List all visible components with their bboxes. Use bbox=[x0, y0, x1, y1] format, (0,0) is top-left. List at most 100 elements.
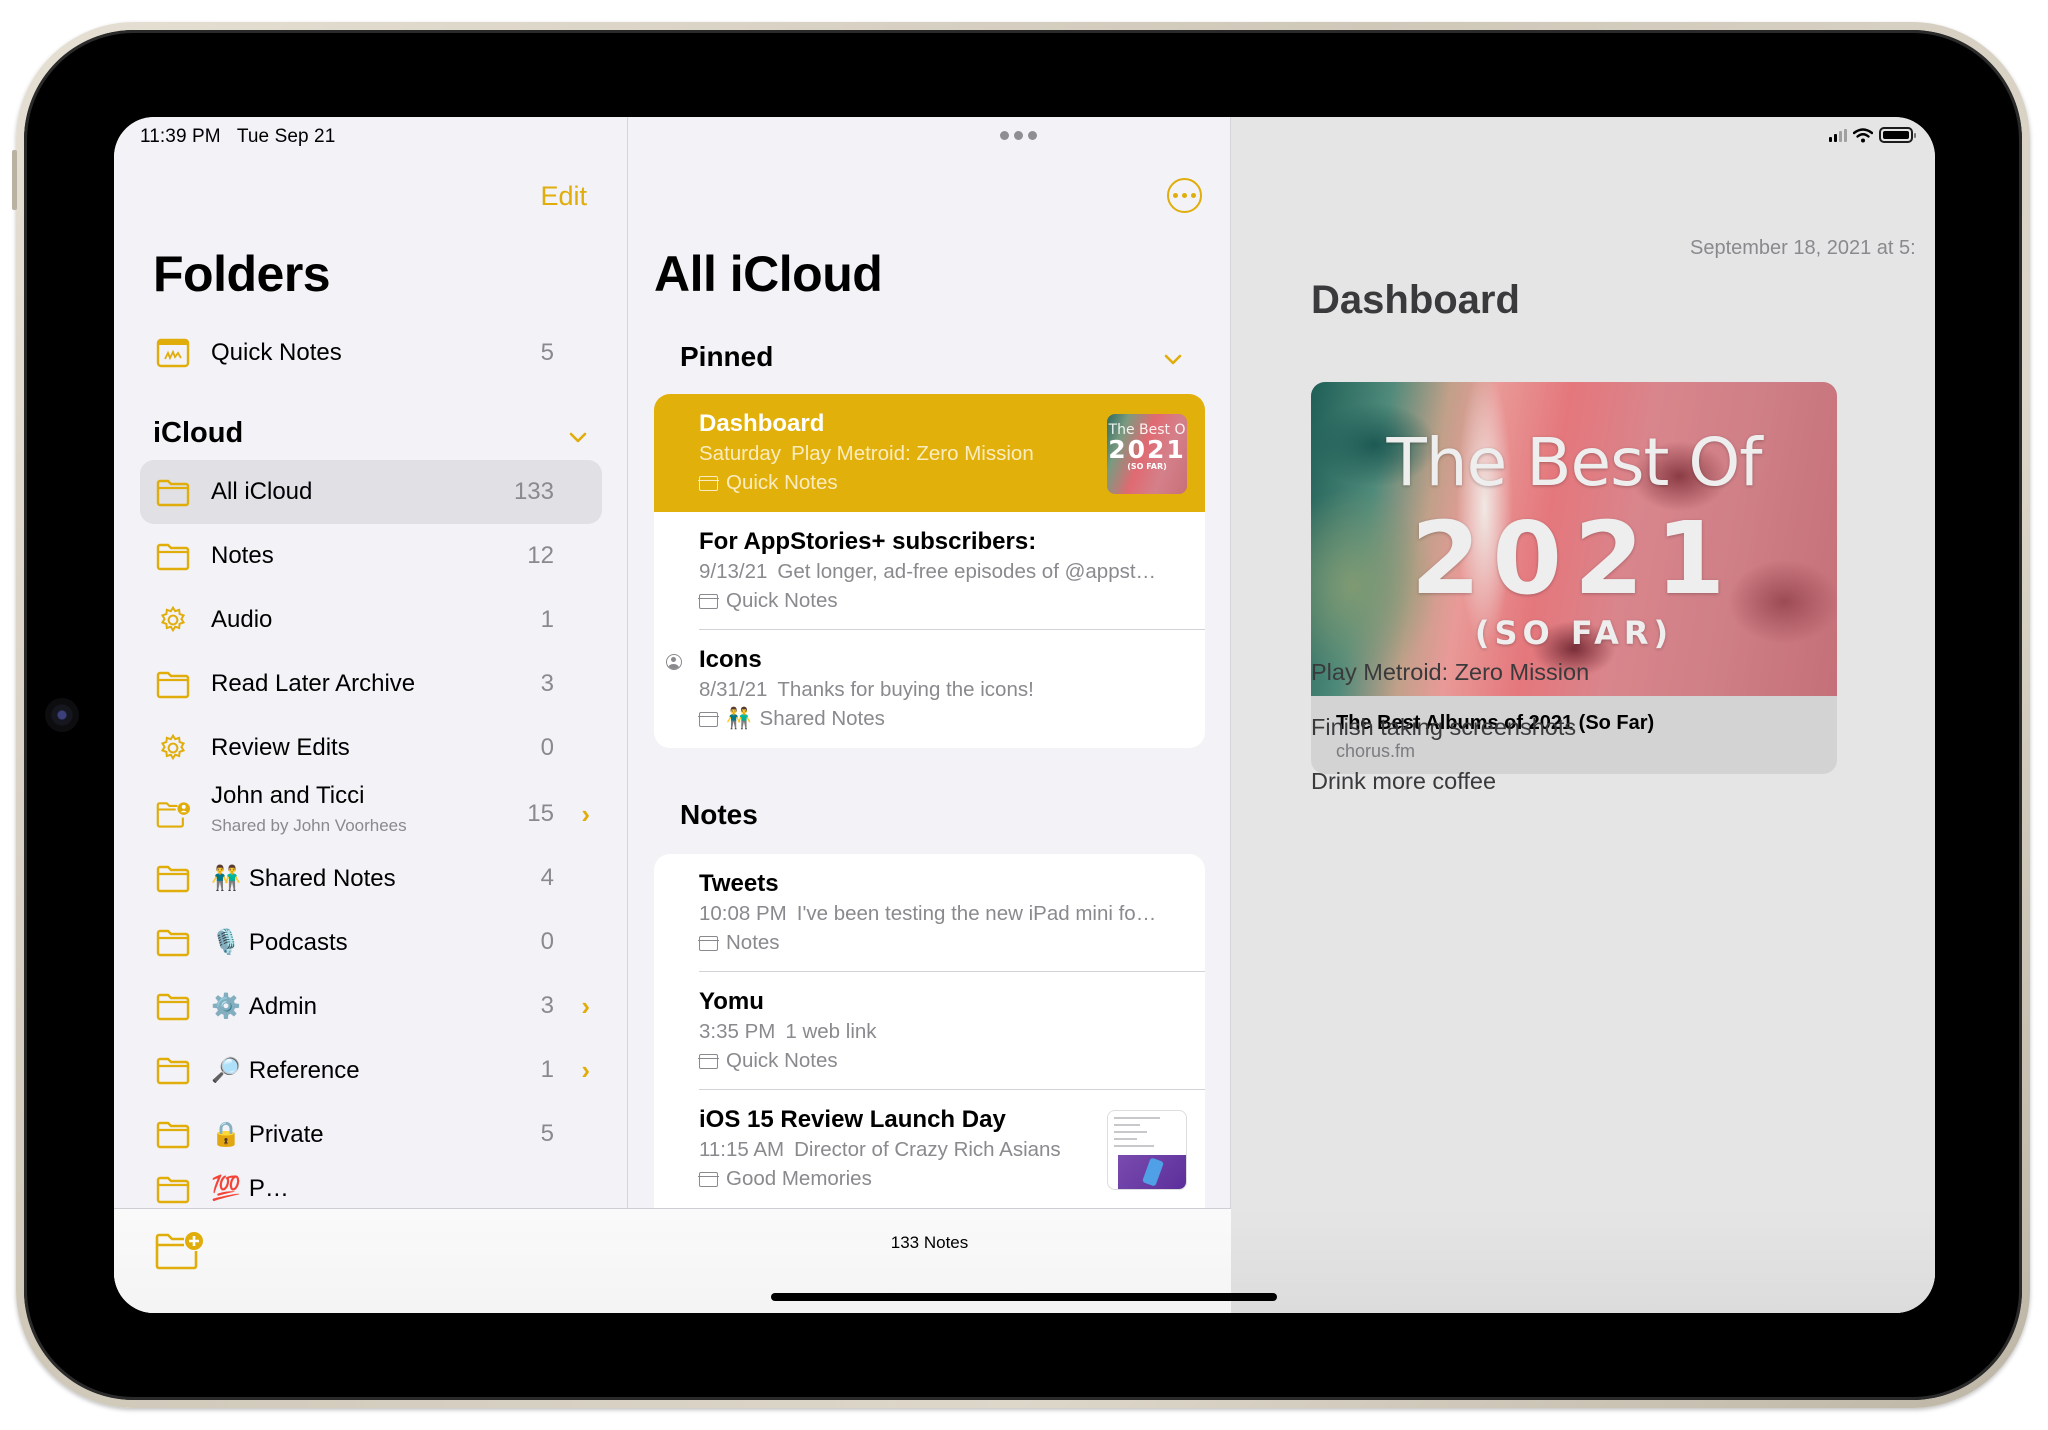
folder-row[interactable]: All iCloud 133 bbox=[140, 460, 602, 524]
folder-label: All iCloud bbox=[211, 478, 312, 506]
folder-emoji: 💯 bbox=[211, 1175, 241, 1202]
folder-row[interactable]: 💯 P… bbox=[140, 1166, 602, 1208]
folder-quick-notes[interactable]: Quick Notes 5 bbox=[140, 321, 602, 385]
ellipsis-circle-icon[interactable] bbox=[1167, 178, 1202, 213]
shared-person-icon bbox=[666, 654, 682, 670]
folder-count: 1 bbox=[540, 606, 554, 633]
folder-icon bbox=[156, 865, 190, 893]
folder-name: Read Later Archive bbox=[211, 670, 416, 697]
note-body-line[interactable]: Finish taking screenshots bbox=[1311, 714, 1576, 741]
note-preview-text: Thanks for buying the icons! bbox=[777, 678, 1034, 701]
note-preview: 3:35 PM 1 web link bbox=[699, 1020, 877, 1044]
gear-icon bbox=[160, 733, 186, 761]
note-title-heading[interactable]: Dashboard bbox=[1311, 278, 1520, 323]
note-preview: 9/13/21 Get longer, ad-free episodes of @… bbox=[699, 560, 1156, 584]
folder-emoji: ⚙️ bbox=[211, 992, 241, 1020]
multitasking-menu-icon[interactable] bbox=[1000, 131, 1037, 140]
note-preview-text: Get longer, ad-free episodes of @appst… bbox=[777, 560, 1157, 583]
folder-emoji: 🔒 bbox=[211, 1120, 241, 1148]
link-image-text: The Best Of bbox=[1386, 424, 1762, 501]
folder-label: Notes bbox=[211, 542, 274, 570]
folder-name: Admin bbox=[248, 992, 317, 1020]
link-image-text: 2021 bbox=[1410, 500, 1738, 617]
folder-count: 1 bbox=[540, 1056, 554, 1083]
note-title: Tweets bbox=[699, 870, 779, 897]
note-preview: 8/31/21 Thanks for buying the icons! bbox=[699, 678, 1034, 702]
folder-icon bbox=[698, 935, 719, 951]
folder-count: 5 bbox=[540, 1120, 554, 1147]
chevron-down-icon[interactable] bbox=[1164, 354, 1182, 366]
note-folder-name: Quick Notes bbox=[726, 1049, 838, 1072]
notes-count: 133 Notes bbox=[890, 1233, 969, 1252]
chevron-right-icon[interactable]: › bbox=[581, 799, 590, 830]
folder-row[interactable]: Read Later Archive 3 bbox=[140, 652, 602, 716]
home-indicator[interactable] bbox=[771, 1293, 1277, 1301]
folder-subtitle: Shared by John Voorhees bbox=[211, 816, 407, 835]
chevron-right-icon[interactable]: › bbox=[581, 1055, 590, 1086]
new-folder-icon[interactable] bbox=[154, 1231, 204, 1271]
pinned-notes-card: Dashboard Saturday Play Metroid: Zero Mis… bbox=[654, 394, 1205, 748]
note-body-line[interactable]: Play Metroid: Zero Mission bbox=[1311, 659, 1589, 686]
note-preview: 11:15 AM Director of Crazy Rich Asians bbox=[699, 1138, 1061, 1162]
folder-name: Private bbox=[248, 1120, 324, 1148]
folder-row[interactable]: John and Ticci Shared by John Voorhees 15 › bbox=[140, 782, 602, 846]
note-title: Yomu bbox=[699, 988, 764, 1015]
folder-count: 4 bbox=[540, 864, 554, 891]
note-row-dashboard[interactable]: Dashboard Saturday Play Metroid: Zero Mis… bbox=[654, 394, 1205, 512]
note-row-appstories[interactable]: For AppStories+ subscribers: 9/13/21 Get … bbox=[654, 512, 1205, 630]
note-preview-text: Play Metroid: Zero Mission bbox=[791, 442, 1034, 465]
note-body-line[interactable]: Drink more coffee bbox=[1311, 768, 1496, 795]
folder-name: P… bbox=[248, 1175, 289, 1202]
folder-icon bbox=[156, 1057, 190, 1085]
folder-row[interactable]: Review Edits 0 bbox=[140, 716, 602, 780]
folder-row[interactable]: Notes 12 bbox=[140, 524, 602, 588]
note-row-icons[interactable]: Icons 8/31/21 Thanks for buying the icons… bbox=[654, 630, 1205, 748]
top-button bbox=[12, 150, 17, 210]
chevron-right-icon[interactable]: › bbox=[581, 991, 590, 1022]
folder-row[interactable]: 👬 Shared Notes 4 bbox=[140, 846, 602, 910]
folder-count: 5 bbox=[540, 339, 554, 366]
folders-sidebar: 11:39 PM Tue Sep 21 Edit Folders Quick N… bbox=[114, 117, 628, 1313]
folder-label: ⚙️ Admin bbox=[211, 992, 317, 1021]
folder-name: Reference bbox=[248, 1056, 360, 1084]
notes-section-title: Notes bbox=[680, 799, 758, 830]
note-preview-text: Director of Crazy Rich Asians bbox=[794, 1138, 1061, 1161]
notes-card: Tweets 10:08 PM I've been testing the new… bbox=[654, 854, 1205, 1214]
edit-button[interactable]: Edit bbox=[540, 181, 587, 212]
pinned-section-title[interactable]: Pinned bbox=[680, 341, 773, 373]
folder-label: 💯 P… bbox=[211, 1174, 289, 1203]
folder-name: Audio bbox=[211, 606, 273, 633]
folder-label: Review Edits bbox=[211, 734, 350, 762]
chevron-down-icon[interactable] bbox=[569, 432, 587, 444]
note-row-tweets[interactable]: Tweets 10:08 PM I've been testing the new… bbox=[654, 854, 1205, 972]
note-thumbnail bbox=[1107, 1110, 1187, 1190]
folder-icon bbox=[156, 543, 190, 571]
note-title: For AppStories+ subscribers: bbox=[699, 528, 1037, 555]
note-thumbnail: The Best O 2021 (SO FAR) bbox=[1107, 414, 1187, 494]
status-clock: 11:39 PM bbox=[140, 126, 221, 147]
note-row-ios15-review[interactable]: iOS 15 Review Launch Day 11:15 AM Directo… bbox=[654, 1090, 1205, 1208]
note-folder: Notes bbox=[698, 931, 780, 955]
folder-count: 0 bbox=[540, 928, 554, 955]
folders-title: Folders bbox=[153, 246, 331, 302]
folder-emoji: 🎙️ bbox=[211, 928, 241, 956]
note-folder: Quick Notes bbox=[698, 589, 838, 613]
icloud-section-title[interactable]: iCloud bbox=[153, 417, 243, 450]
folder-emoji: 🔎 bbox=[211, 1056, 241, 1084]
status-date: Tue Sep 21 bbox=[236, 126, 336, 147]
note-folder: 👬 Shared Notes bbox=[698, 707, 885, 731]
folder-label: Audio bbox=[211, 606, 272, 634]
note-timestamp: September 18, 2021 at 5: bbox=[1690, 237, 1916, 259]
folder-icon bbox=[698, 475, 719, 491]
folder-row[interactable]: 🔎 Reference 1 › bbox=[140, 1038, 602, 1102]
folder-row[interactable]: ⚙️ Admin 3 › bbox=[140, 974, 602, 1038]
folder-row[interactable]: Audio 1 bbox=[140, 588, 602, 652]
folder-label: Quick Notes bbox=[211, 339, 342, 366]
note-folder-name: Quick Notes bbox=[726, 471, 838, 494]
folder-row[interactable]: 🎙️ Podcasts 0 bbox=[140, 910, 602, 974]
folder-icon bbox=[698, 711, 719, 727]
note-row-yomu[interactable]: Yomu 3:35 PM 1 web link Quick Notes bbox=[654, 972, 1205, 1090]
folder-row[interactable]: 🔒 Private 5 bbox=[140, 1102, 602, 1166]
folder-name: Podcasts bbox=[248, 928, 348, 956]
folder-icon bbox=[156, 929, 190, 957]
